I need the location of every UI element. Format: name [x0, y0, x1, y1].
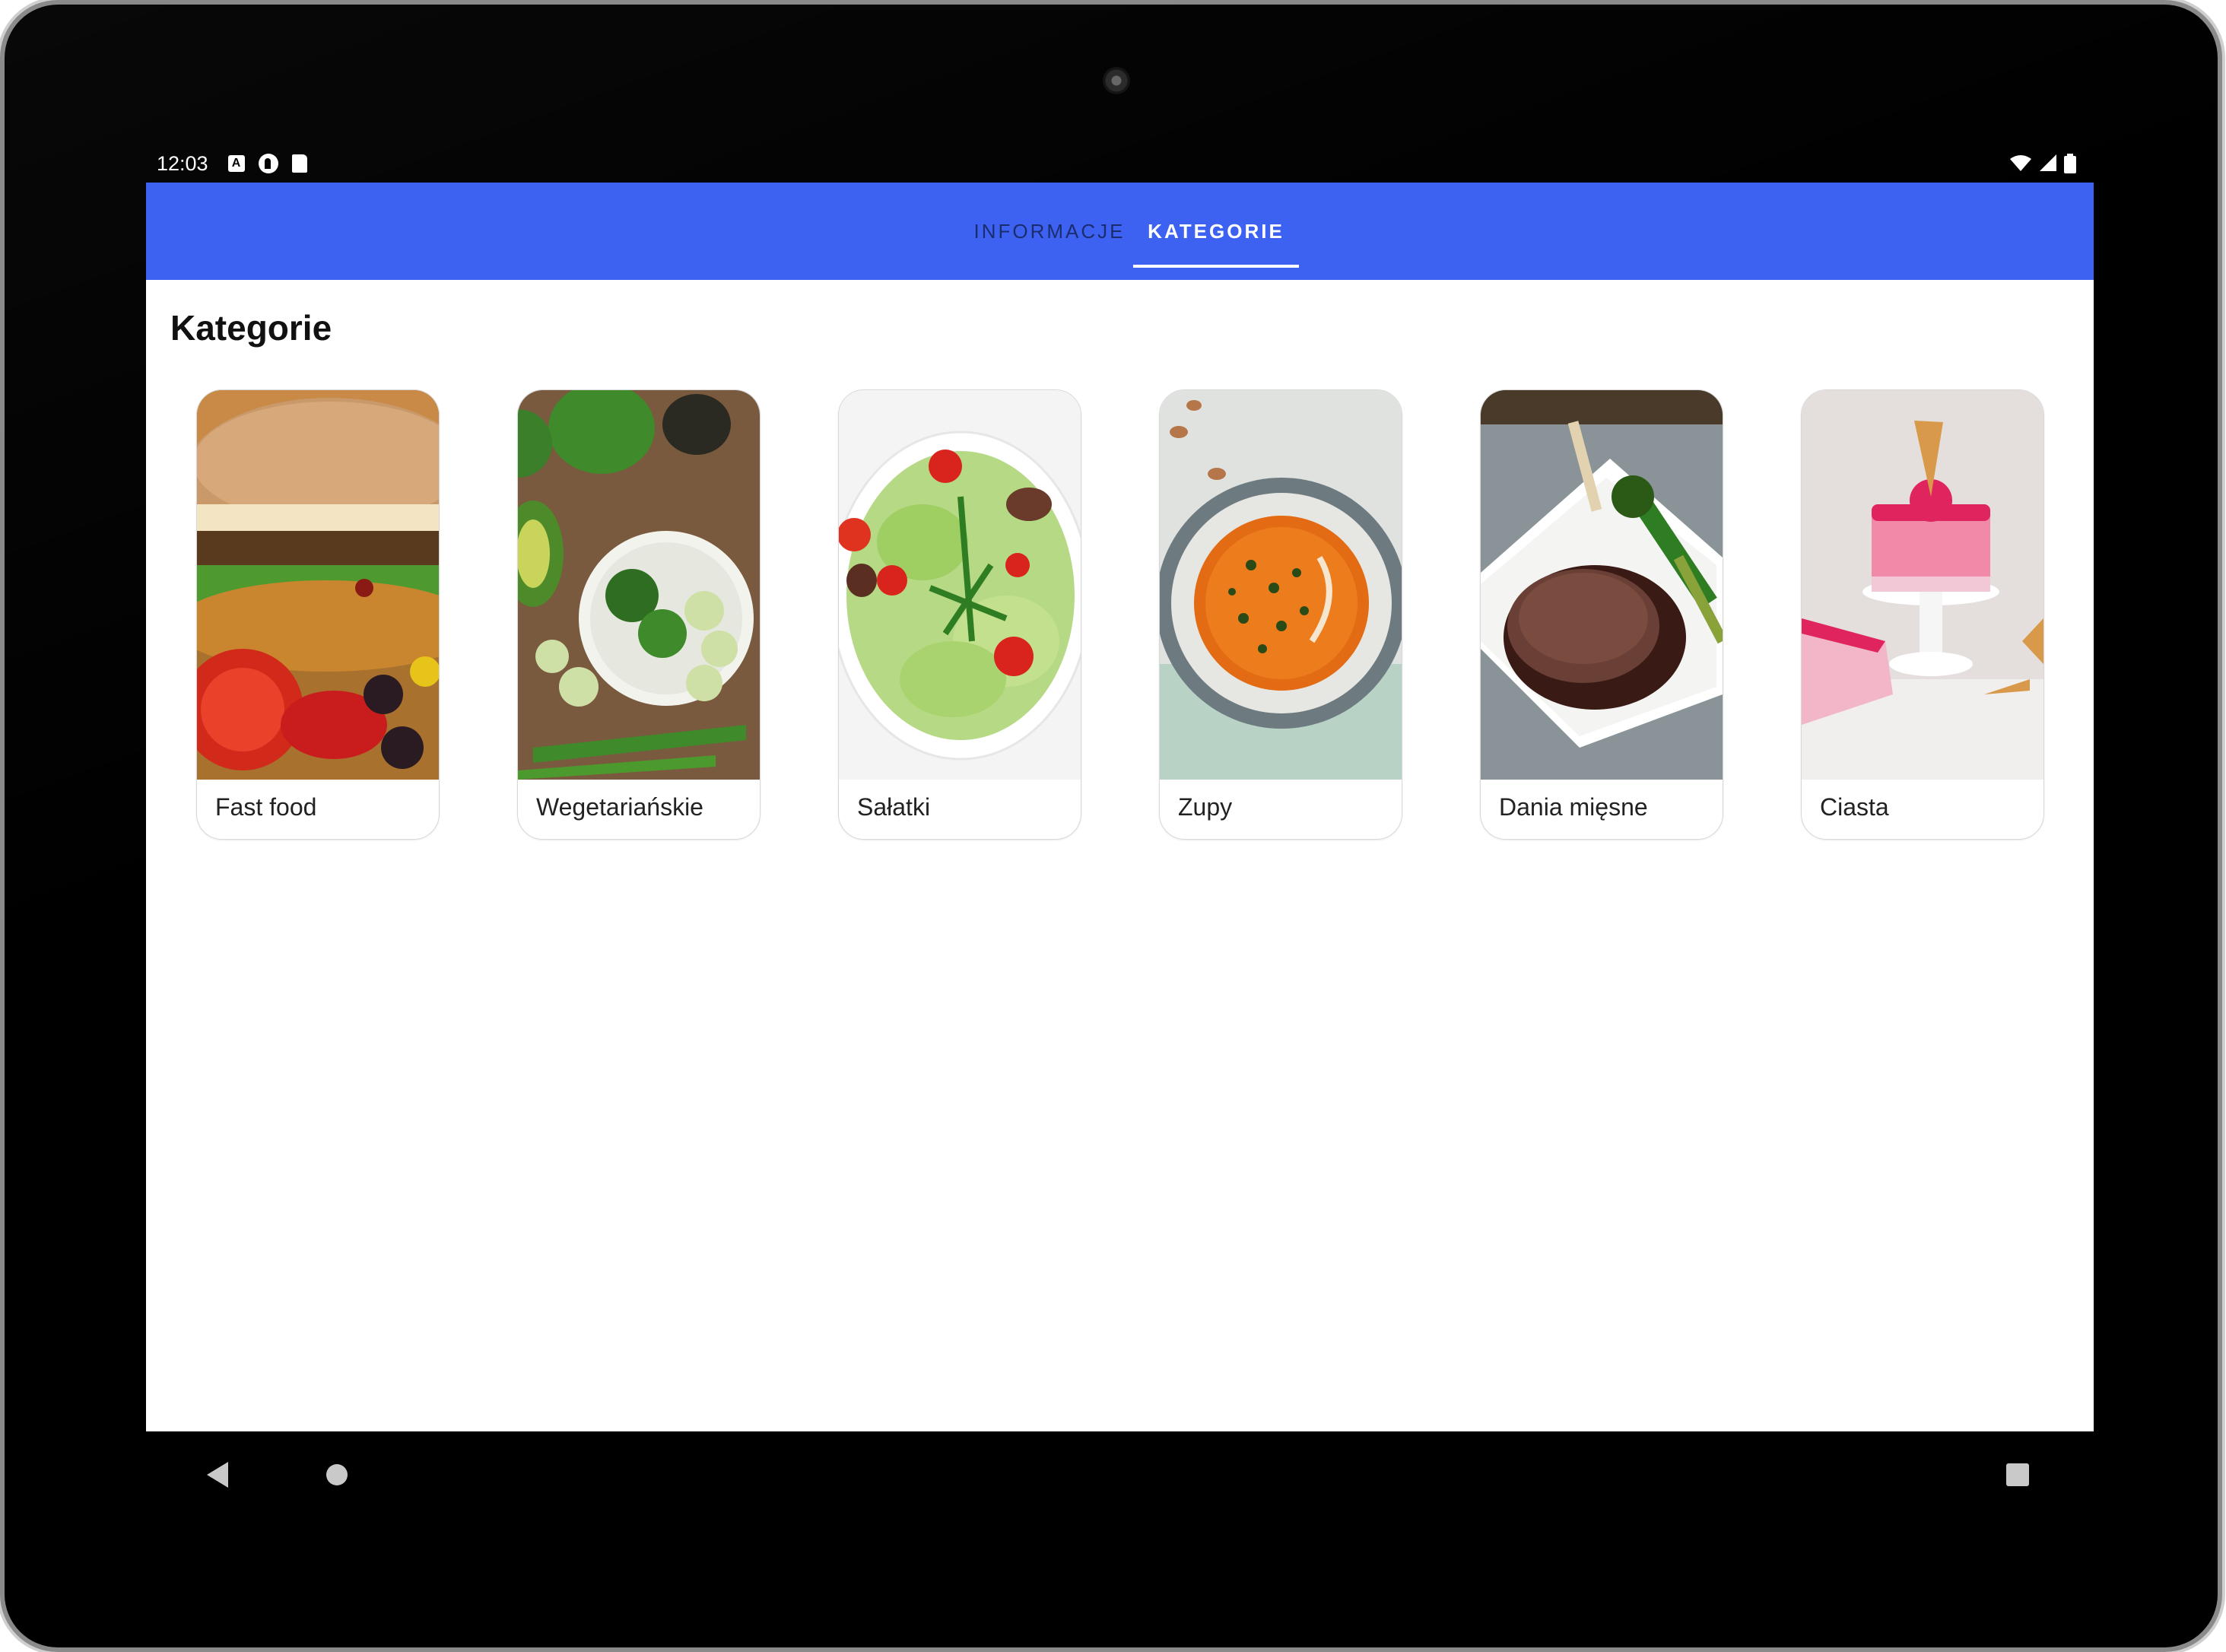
status-notifications: [227, 154, 307, 173]
sd-card-icon: [291, 154, 307, 173]
home-icon[interactable]: [325, 1463, 348, 1486]
wifi-icon: [2010, 155, 2031, 171]
f-notification-icon: [258, 154, 278, 173]
tomato-soup-photo: [1160, 390, 1402, 780]
category-list: Fast food Wegetariańskie Sałatki Zupy Da…: [146, 389, 2094, 846]
category-card-salatki[interactable]: Sałatki: [838, 389, 1081, 840]
tablet-frame: 12:03 INFORMACJE KATEGORIE Kategorie: [5, 5, 2218, 1647]
page-title: Kategorie: [170, 308, 332, 348]
app-screen: INFORMACJE KATEGORIE Kategorie Fast food…: [146, 183, 2094, 1431]
category-label: Sałatki: [857, 793, 931, 821]
category-label: Fast food: [215, 793, 317, 821]
signal-icon: [2040, 154, 2056, 171]
category-label: Dania mięsne: [1499, 793, 1648, 821]
category-label: Zupy: [1178, 793, 1233, 821]
status-time: 12:03: [157, 151, 208, 175]
a-notification-icon: [227, 155, 245, 172]
status-system-icons: [2009, 154, 2076, 173]
status-bar: 12:03: [141, 146, 2093, 181]
cake-photo: [1802, 390, 2043, 780]
category-card-fast-food[interactable]: Fast food: [196, 389, 440, 840]
category-label: Ciasta: [1820, 793, 1889, 821]
salad-photo: [839, 390, 1081, 780]
burger-photo: [197, 390, 439, 780]
category-card-dania-miesne[interactable]: Dania mięsne: [1480, 389, 1723, 840]
category-card-zupy[interactable]: Zupy: [1159, 389, 1402, 840]
back-icon[interactable]: [205, 1462, 230, 1488]
vegetables-photo: [518, 390, 760, 780]
tab-informacje[interactable]: INFORMACJE: [973, 183, 1126, 280]
navigation-bar: [141, 1434, 2093, 1518]
app-bar: INFORMACJE KATEGORIE: [146, 183, 2094, 280]
camera-icon: [1103, 67, 1130, 94]
category-card-ciasta[interactable]: Ciasta: [1801, 389, 2044, 840]
recents-icon[interactable]: [2006, 1463, 2029, 1486]
category-card-wegetarianskie[interactable]: Wegetariańskie: [517, 389, 761, 840]
battery-icon: [2064, 154, 2076, 173]
tab-indicator: [1133, 265, 1299, 268]
category-label: Wegetariańskie: [536, 793, 703, 821]
steak-photo: [1481, 390, 1723, 780]
